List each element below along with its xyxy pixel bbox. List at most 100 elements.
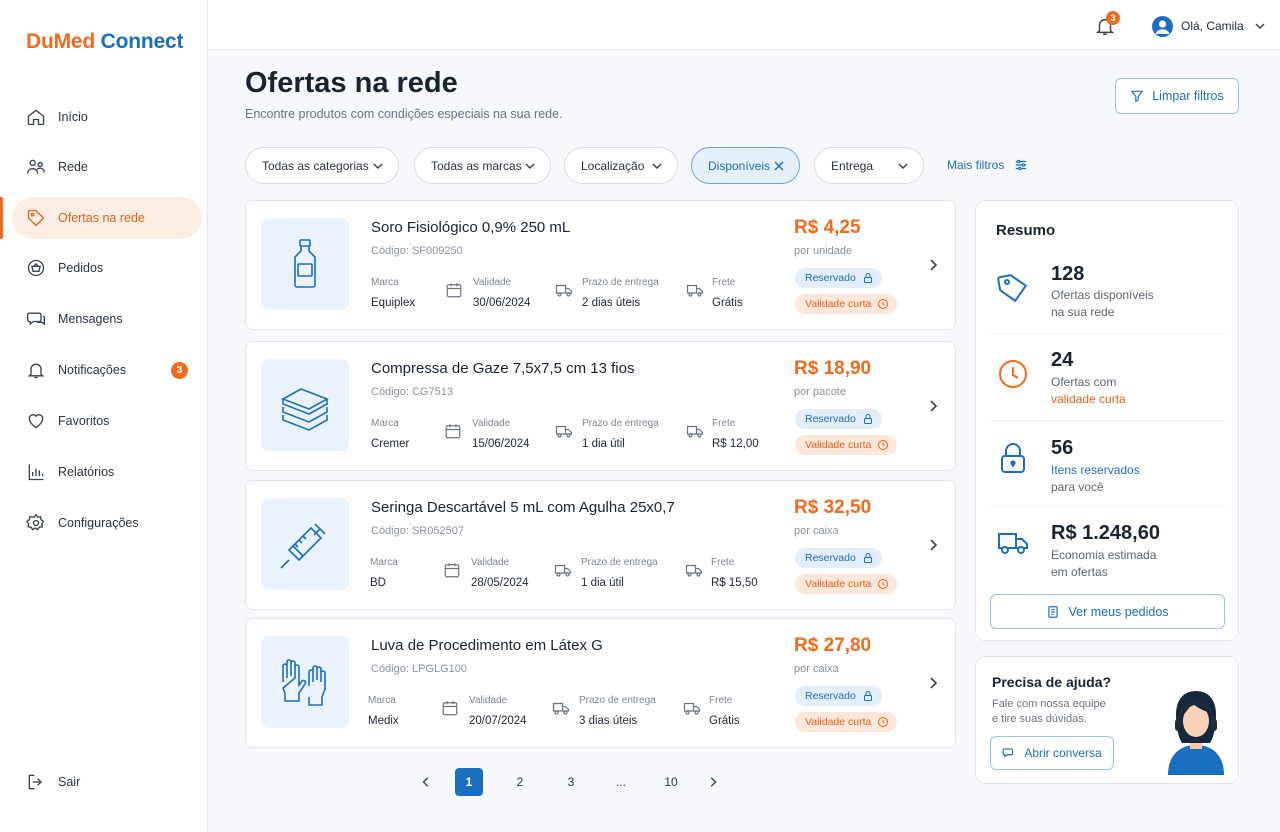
short-validity-badge: Validade curta [795, 574, 898, 594]
product-unit: por caixa [794, 525, 839, 537]
gauze-icon [281, 388, 329, 431]
brand-logo[interactable]: DuMed Connect [26, 30, 183, 54]
sidebar-item-label: Favoritos [58, 414, 110, 428]
category-filter[interactable]: Todas as categorias [245, 147, 399, 184]
product-code: Código: LPGLG100 [371, 663, 468, 675]
sidebar: DuMed Connect Início Rede Ofertas na red… [0, 0, 208, 832]
product-name: Luva de Procedimento em Látex G [371, 637, 603, 654]
sidebar-item-label: Relatórios [58, 465, 115, 479]
open-chat-label: Abrir conversa [1024, 746, 1102, 760]
availability-filter-chip[interactable]: Disponíveis [691, 147, 800, 184]
validity-meta: Validade 28/05/2024 [471, 557, 529, 589]
brand-label: Marca [370, 557, 398, 568]
delivery-value: 3 dias úteis [579, 715, 638, 727]
calendar-icon [446, 283, 462, 298]
sidebar-item-label: Ofertas na rede [58, 211, 145, 225]
clock-icon [878, 299, 889, 309]
help-text-line2: e tire suas dúvidas. [992, 713, 1087, 725]
page-button-2[interactable]: 2 [506, 768, 534, 796]
open-chat-button[interactable]: Abrir conversa [990, 736, 1114, 770]
shipping-label: Frete [709, 695, 733, 706]
page-button-10[interactable]: 10 [657, 768, 685, 796]
notifications-count-badge: 3 [1106, 11, 1120, 25]
chevron-down-icon [898, 162, 908, 169]
sidebar-item-mensagens[interactable]: Mensagens [12, 298, 202, 340]
product-card[interactable]: Soro Fisiológico 0,9% 250 mL Código: SF0… [245, 200, 956, 330]
sidebar-item-notificacoes[interactable]: Notificações 3 [12, 349, 202, 391]
user-greeting: Olá, Camila [1181, 19, 1244, 33]
validity-label: Validade [469, 695, 508, 706]
delivery-filter[interactable]: Entrega [814, 147, 924, 184]
truck-icon [686, 425, 704, 438]
sidebar-item-relatorios[interactable]: Relatórios [12, 451, 202, 493]
shipping-meta: Frete Grátis [712, 277, 743, 309]
logout-icon [28, 774, 42, 790]
view-orders-label: Ver meus pedidos [1068, 604, 1169, 619]
sidebar-item-rede[interactable]: Rede [12, 146, 202, 188]
chevron-right-icon[interactable] [926, 538, 940, 552]
product-name: Seringa Descartável 5 mL com Agulha 25x0… [371, 499, 675, 516]
user-menu[interactable]: Olá, Camila [1152, 14, 1266, 38]
prev-page-button[interactable] [412, 768, 440, 796]
brand-label: Marca [368, 695, 396, 706]
product-card[interactable]: Seringa Descartável 5 mL com Agulha 25x0… [245, 480, 956, 610]
more-filters-button[interactable]: Mais filtros [947, 158, 1028, 172]
brand-meta: Marca BD [370, 557, 398, 589]
chevron-right-icon[interactable] [926, 258, 940, 272]
close-icon[interactable] [773, 160, 785, 172]
page-button-3[interactable]: 3 [557, 768, 585, 796]
clear-filters-button[interactable]: Limpar filtros [1115, 78, 1239, 114]
chevron-right-icon [710, 777, 717, 787]
chevron-right-icon[interactable] [926, 399, 940, 413]
help-text: Fale com nossa equipe e tire suas dúvida… [992, 697, 1122, 727]
location-filter[interactable]: Localização [564, 147, 678, 184]
stat-value: 128 [1051, 263, 1085, 285]
sidebar-item-configuracoes[interactable]: Configurações [12, 502, 202, 544]
page-ellipsis: ... [615, 775, 626, 789]
view-orders-button[interactable]: Ver meus pedidos [990, 594, 1225, 629]
reserved-label: Reservado [805, 552, 856, 564]
product-card[interactable]: Compressa de Gaze 7,5x7,5 cm 13 fios Cód… [245, 341, 956, 471]
truck-icon [552, 702, 570, 715]
logout-button[interactable]: Sair [26, 772, 80, 792]
chevron-right-icon[interactable] [926, 676, 940, 690]
lock-icon [863, 273, 872, 283]
sidebar-item-favoritos[interactable]: Favoritos [12, 400, 202, 442]
sidebar-item-inicio[interactable]: Início [12, 96, 202, 138]
brand-filter[interactable]: Todas as marcas [414, 147, 551, 184]
home-icon [27, 109, 45, 126]
shipping-label: Frete [712, 277, 736, 288]
short-validity-badge: Validade curta [795, 435, 898, 455]
product-price: R$ 4,25 [794, 217, 861, 238]
brand-logo-part2: Connect [100, 30, 184, 53]
delivery-meta: Prazo de entrega 1 dia útil [582, 418, 659, 450]
product-card[interactable]: Luva de Procedimento em Látex G Código: … [245, 618, 956, 748]
product-price: R$ 32,50 [794, 497, 872, 518]
validity-label: Validade [471, 557, 510, 568]
product-image [261, 636, 349, 728]
short-validity-label: Validade curta [805, 298, 872, 310]
availability-filter-label: Disponíveis [708, 158, 771, 173]
short-validity-label: Validade curta [805, 716, 872, 728]
page-button-1[interactable]: 1 [455, 768, 483, 796]
stat-short-validity: 24 Ofertas com validade curta [990, 335, 1225, 421]
shipping-value: R$ 15,50 [711, 577, 758, 589]
network-icon [27, 159, 45, 174]
sidebar-item-ofertas[interactable]: Ofertas na rede [0, 197, 202, 239]
brand-value: Cremer [371, 438, 410, 450]
brand-label: Marca [371, 277, 399, 288]
lock-icon [863, 414, 872, 424]
product-image [261, 359, 349, 451]
shipping-meta: Frete R$ 12,00 [712, 418, 759, 450]
product-code: Código: SR052507 [371, 525, 464, 537]
product-code: Código: SF009250 [371, 245, 463, 257]
chevron-down-icon [373, 162, 383, 169]
next-page-button[interactable] [699, 768, 727, 796]
document-icon [1048, 605, 1059, 618]
sidebar-item-pedidos[interactable]: Pedidos [12, 247, 202, 289]
stat-offers-available: 128 Ofertas disponíveis na sua rede [990, 249, 1225, 335]
truck-icon [998, 533, 1028, 554]
stat-desc-line2: para você [1051, 480, 1104, 494]
short-validity-label: Validade curta [805, 578, 872, 590]
product-image [261, 218, 349, 310]
